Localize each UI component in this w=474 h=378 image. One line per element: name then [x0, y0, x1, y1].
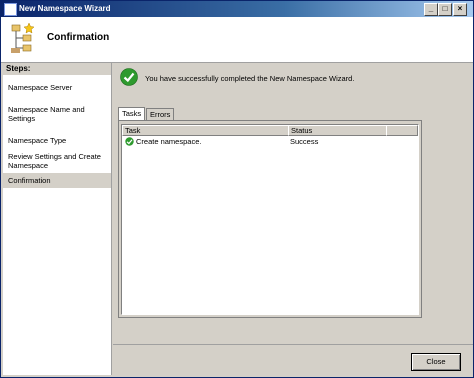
- window-title: New Namespace Wizard: [19, 4, 111, 13]
- main-content: You have successfully completed the New …: [113, 63, 473, 375]
- list-header: Task Status: [122, 125, 418, 136]
- namespace-tree-icon: [11, 22, 35, 53]
- column-header-task[interactable]: Task: [122, 125, 289, 136]
- row-status: Success: [290, 137, 319, 146]
- column-header-status[interactable]: Status: [288, 125, 387, 136]
- step-namespace-name-settings[interactable]: Namespace Name and Settings: [3, 102, 111, 126]
- step-confirmation[interactable]: Confirmation: [3, 173, 111, 188]
- tasks-list[interactable]: Task Status Create namespace. Success: [121, 124, 419, 315]
- footer-divider: [113, 344, 473, 345]
- step-review-settings[interactable]: Review Settings and Create Namespace: [3, 149, 111, 173]
- close-button[interactable]: Close: [411, 353, 461, 371]
- column-header-blank: [386, 125, 418, 136]
- maximize-button[interactable]: □: [438, 3, 452, 16]
- row-task: Create namespace.: [136, 137, 202, 146]
- steps-title: Steps:: [3, 63, 111, 76]
- title-bar[interactable]: New Namespace Wizard _ □ ×: [1, 1, 473, 17]
- wizard-window: New Namespace Wizard _ □ × Confirmation …: [0, 0, 474, 378]
- tasks-panel: Task Status Create namespace. Success: [118, 120, 422, 318]
- wizard-header: Confirmation: [1, 17, 473, 63]
- table-row[interactable]: Create namespace. Success: [122, 137, 418, 147]
- close-window-button[interactable]: ×: [453, 3, 467, 16]
- tab-tasks[interactable]: Tasks: [118, 107, 146, 120]
- success-check-icon: [120, 68, 138, 86]
- steps-sidebar: Steps: Namespace Server Namespace Name a…: [3, 63, 112, 375]
- page-title: Confirmation: [47, 32, 110, 43]
- success-message: You have successfully completed the New …: [145, 74, 355, 83]
- wizard-app-icon: [4, 3, 17, 16]
- minimize-button[interactable]: _: [424, 3, 438, 16]
- row-success-icon: [125, 137, 134, 146]
- step-namespace-server[interactable]: Namespace Server: [3, 80, 111, 95]
- step-namespace-type[interactable]: Namespace Type: [3, 133, 111, 148]
- tab-errors[interactable]: Errors: [146, 108, 175, 120]
